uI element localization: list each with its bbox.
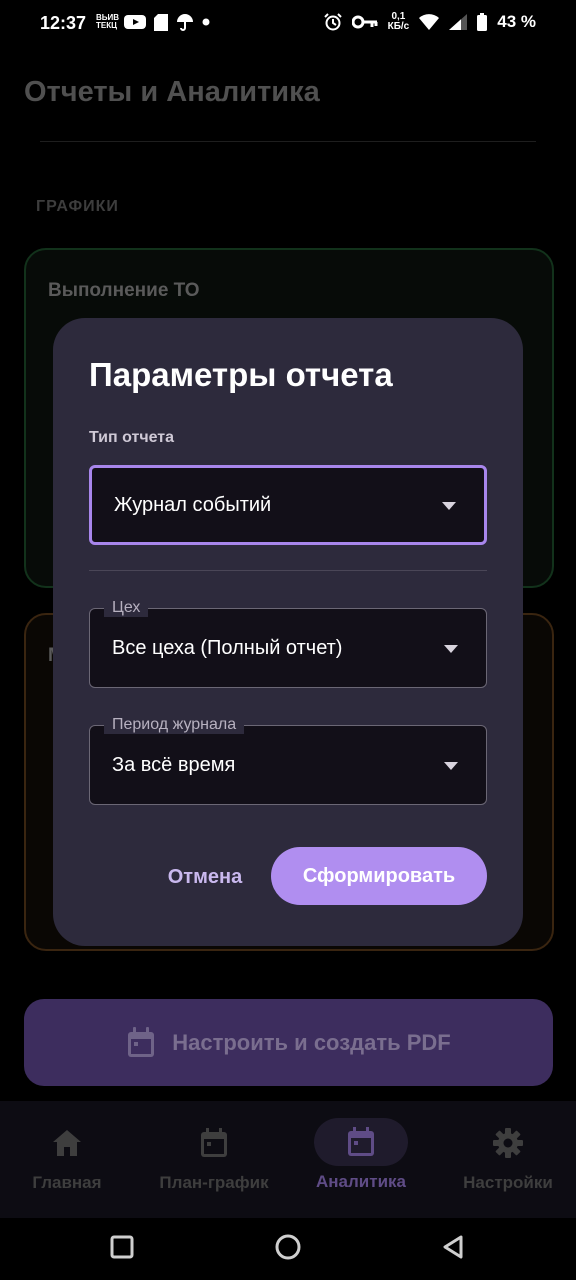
system-icons: 0,1 КБ/с 43 % — [323, 12, 536, 32]
battery-percent: 43 % — [497, 12, 536, 31]
period-value: За всё время — [112, 753, 236, 776]
notification-text-icon: ВЬИВ ТЕКЦ — [96, 13, 120, 30]
cancel-button[interactable]: Отмена — [153, 849, 257, 905]
key-icon — [351, 15, 378, 29]
recents-button-icon[interactable] — [110, 1235, 134, 1259]
back-button-icon[interactable] — [441, 1235, 465, 1259]
period-select[interactable]: Период журнала За всё время — [89, 716, 487, 805]
nav-item-settings[interactable]: Настройки — [456, 1101, 560, 1218]
report-type-caption: Тип отчета — [89, 429, 175, 446]
card-title: Выполнение ТО — [48, 280, 200, 301]
page-title: Отчеты и Аналитика — [24, 76, 320, 108]
calendar-icon — [128, 1026, 155, 1057]
home-button-icon[interactable] — [275, 1234, 301, 1260]
dialog-title: Параметры отчета — [89, 356, 393, 393]
net-speed-unit: КБ/с — [387, 21, 410, 32]
signal-icon — [449, 14, 468, 30]
calendar-icon — [201, 1128, 227, 1157]
workshop-label: Цех — [104, 599, 149, 617]
status-bar: 12:37 ВЬИВ ТЕКЦ 0,1 КБ/с 43 % — [0, 0, 576, 48]
dropdown-arrow-icon — [444, 762, 458, 770]
bottom-navigation: Главная План-график Аналитика Настройки — [0, 1101, 576, 1218]
section-label-charts: ГРАФИКИ — [36, 198, 119, 215]
report-params-dialog: Параметры отчета Тип отчета Журнал событ… — [53, 318, 523, 946]
wifi-icon — [419, 14, 440, 30]
dialog-divider — [89, 570, 487, 571]
dot-icon — [202, 18, 210, 26]
dropdown-arrow-icon — [444, 645, 458, 653]
workshop-value: Все цеха (Полный отчет) — [112, 636, 343, 659]
header-divider — [40, 141, 536, 142]
status-time: 12:37 — [40, 13, 87, 33]
generate-report-button[interactable]: Сформировать — [271, 847, 487, 905]
dropdown-arrow-icon — [442, 502, 456, 510]
nav-label: План-график — [159, 1173, 269, 1192]
gear-icon — [493, 1128, 523, 1158]
nav-item-analytics[interactable]: Аналитика — [306, 1101, 416, 1218]
nav-item-schedule[interactable]: План-график — [150, 1101, 278, 1218]
umbrella-icon — [177, 14, 193, 31]
nav-label: Главная — [32, 1173, 102, 1192]
period-label: Период журнала — [104, 716, 245, 734]
nav-label: Настройки — [463, 1173, 553, 1192]
youtube-icon — [124, 15, 146, 29]
nav-label: Аналитика — [316, 1172, 406, 1191]
nav-item-home[interactable]: Главная — [18, 1101, 116, 1218]
report-type-value: Журнал событий — [114, 493, 272, 516]
create-pdf-label: Настроить и создать PDF — [172, 1029, 451, 1055]
home-icon — [53, 1130, 81, 1156]
create-pdf-button[interactable]: Настроить и создать PDF — [24, 999, 553, 1086]
notification-icons: ВЬИВ ТЕКЦ — [96, 13, 210, 31]
workshop-select[interactable]: Цех Все цеха (Полный отчет) — [89, 599, 487, 688]
report-type-select[interactable]: Журнал событий — [89, 465, 487, 545]
net-speed: 0,1 КБ/с — [388, 12, 410, 32]
sd-card-icon — [154, 13, 168, 31]
battery-icon — [477, 13, 488, 31]
system-navigation-bar — [0, 1218, 576, 1280]
alarm-icon — [323, 13, 342, 31]
calendar-icon — [348, 1127, 374, 1156]
